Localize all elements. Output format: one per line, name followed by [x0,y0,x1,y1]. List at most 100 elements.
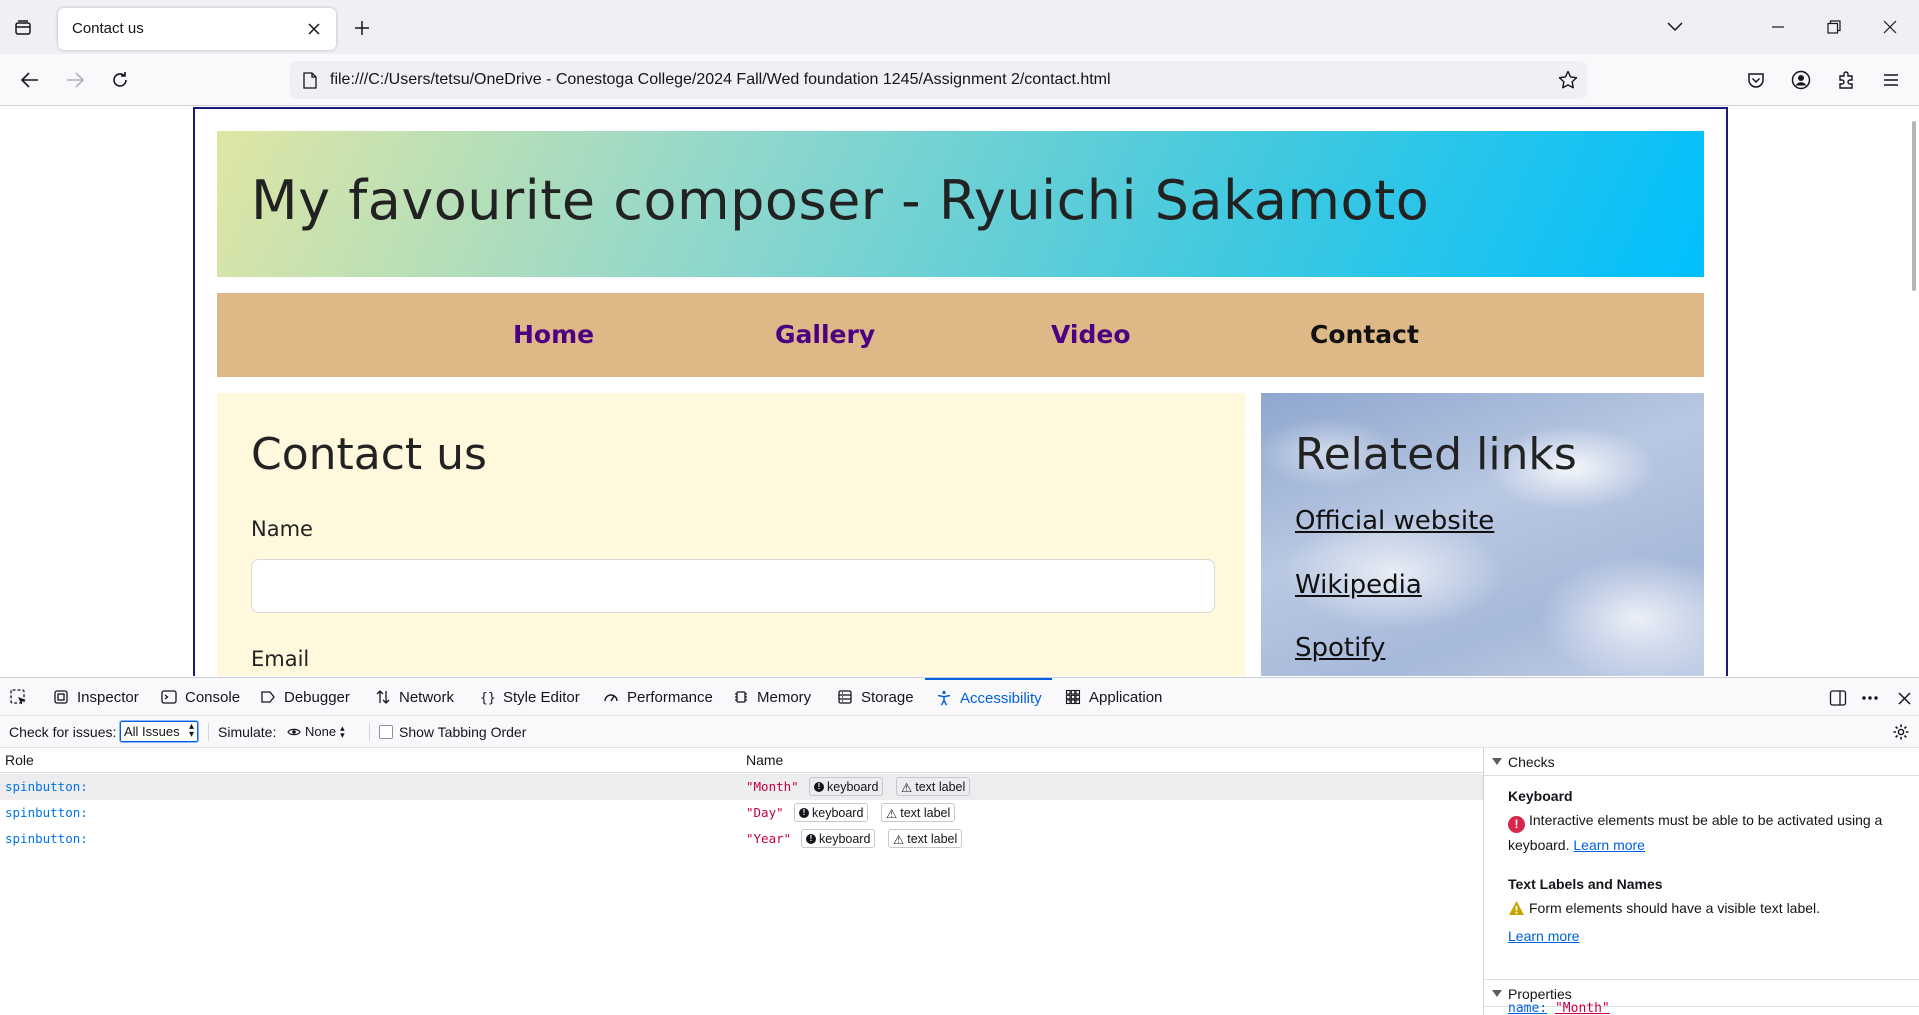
name-label: Name [251,517,313,541]
accessibility-toolbar: Check for issues: All Issues ▴ ▾ Simulate… [0,716,1919,748]
performance-icon [601,687,621,707]
row-role: spinbutton: [5,805,88,820]
tab-storage-label: Storage [861,688,914,706]
badge-label: keyboard [819,832,871,846]
bookmark-star-icon[interactable] [1557,69,1579,91]
property-name-row[interactable]: name: "Month" [1508,1001,1610,1015]
settings-gear-icon[interactable] [1892,723,1910,741]
firefox-view-icon[interactable] [11,16,35,40]
column-name-header[interactable]: Name [746,752,783,768]
text-label-badge[interactable]: ⚠ text label [888,829,963,848]
back-arrow-icon[interactable] [17,67,43,93]
restore-icon[interactable] [1821,14,1847,40]
reload-icon[interactable] [107,67,133,93]
keyboard-badge[interactable]: ! keyboard [809,777,884,796]
extensions-icon[interactable] [1833,67,1859,93]
check-for-issues-select[interactable]: All Issues ▴ ▾ [119,720,199,743]
dock-toggle-icon[interactable] [1827,687,1849,709]
tab-performance[interactable]: Performance [601,678,713,716]
show-tabbing-order-checkbox[interactable] [379,725,393,739]
browser-tab-contact[interactable]: Contact us [58,8,336,50]
property-value: "Month" [1554,1001,1610,1015]
link-spotify[interactable]: Spotify [1295,633,1385,663]
check-text-labels-title: Text Labels and Names [1508,876,1663,892]
simulate-select[interactable]: None ▴ ▾ [287,723,345,739]
checks-section-header[interactable]: Checks [1484,748,1919,776]
tab-inspector[interactable]: Inspector [51,678,139,716]
related-links-section: Related links Official website Wikipedia… [1261,393,1704,676]
expand-triangle-icon [1492,758,1502,765]
account-icon[interactable] [1788,67,1814,93]
close-devtools-icon[interactable] [1893,687,1915,709]
page-scrollbar[interactable] [1912,121,1916,291]
menu-icon[interactable] [1878,67,1904,93]
learn-more-link[interactable]: Learn more [1508,928,1580,944]
close-window-icon[interactable] [1877,14,1903,40]
text-label-badge[interactable]: ⚠ text label [896,777,971,796]
check-for-issues-value: All Issues [124,724,180,739]
element-picker-icon[interactable] [8,687,30,709]
memory-icon [731,687,751,707]
application-icon [1063,687,1083,707]
row-name: "Day" [746,805,784,820]
nav-link-video[interactable]: Video [1051,320,1131,349]
simulate-label: Simulate: [218,724,277,740]
pocket-icon[interactable] [1743,67,1769,93]
simulate-value: None [305,724,337,739]
name-input[interactable] [251,559,1215,613]
learn-more-link[interactable]: Learn more [1573,837,1645,853]
error-icon: ! [806,834,816,844]
tab-network-label: Network [399,688,455,706]
link-official-website[interactable]: Official website [1295,506,1494,536]
minimize-icon[interactable] [1765,14,1791,40]
link-wikipedia[interactable]: Wikipedia [1295,570,1422,600]
email-label: Email [251,647,310,671]
tab-style-editor[interactable]: {} Style Editor [477,678,580,716]
warning-icon: ⚠ [886,806,898,821]
badge-label: text label [907,832,958,846]
site-header: My favourite composer - Ryuichi Sakamoto [217,131,1704,277]
row-role: spinbutton: [5,831,88,846]
properties-heading: Properties [1508,986,1572,1002]
check-text-labels-message: Form elements should have a visible text… [1529,900,1821,916]
tab-accessibility[interactable]: Accessibility [925,678,1052,716]
more-options-icon[interactable] [1859,687,1881,709]
tab-debugger-label: Debugger [284,688,350,706]
tree-row[interactable]: spinbutton: "Year" ! keyboard ⚠ text label [0,826,1483,852]
tab-memory-label: Memory [757,688,812,706]
related-links-heading: Related links [1295,429,1577,480]
tab-console[interactable]: Console [159,678,240,716]
tree-row[interactable]: spinbutton: "Month" ! keyboard ⚠ text labe… [0,774,1483,800]
column-role-header[interactable]: Role [5,752,34,768]
tab-debugger[interactable]: Debugger [258,678,350,716]
tab-network[interactable]: Network [373,678,454,716]
site-nav: Home Gallery Video Contact [217,293,1704,377]
keyboard-badge[interactable]: ! keyboard [801,829,876,848]
tab-application[interactable]: Application [1063,678,1162,716]
show-tabbing-order-label: Show Tabbing Order [399,724,527,740]
forward-arrow-icon[interactable] [62,67,88,93]
address-bar[interactable]: file:///C:/Users/tetsu/OneDrive - Conest… [290,61,1587,99]
nav-link-gallery[interactable]: Gallery [775,320,875,349]
tab-strip: Contact us [0,0,1919,54]
new-tab-icon[interactable] [350,16,374,40]
checks-heading: Checks [1508,754,1555,770]
check-text-labels-text: Form elements should have a visible text… [1508,896,1903,949]
text-label-badge[interactable]: ⚠ text label [881,803,956,822]
error-icon: ! [814,782,824,792]
close-tab-icon[interactable] [304,19,324,39]
nav-link-home[interactable]: Home [513,320,594,349]
row-name: "Year" [746,831,792,846]
tab-storage[interactable]: Storage [835,678,914,716]
file-icon [300,70,320,90]
list-all-tabs-icon[interactable] [1662,14,1688,40]
toolbar-separator [369,723,370,741]
check-keyboard-title: Keyboard [1508,788,1573,804]
tab-performance-label: Performance [627,688,713,706]
nav-link-contact[interactable]: Contact [1310,320,1419,349]
tree-row[interactable]: spinbutton: "Day" ! keyboard ⚠ text label [0,800,1483,826]
tab-application-label: Application [1089,688,1163,706]
keyboard-badge[interactable]: ! keyboard [794,803,869,822]
tab-memory[interactable]: Memory [731,678,811,716]
error-icon: ! [1508,816,1525,833]
